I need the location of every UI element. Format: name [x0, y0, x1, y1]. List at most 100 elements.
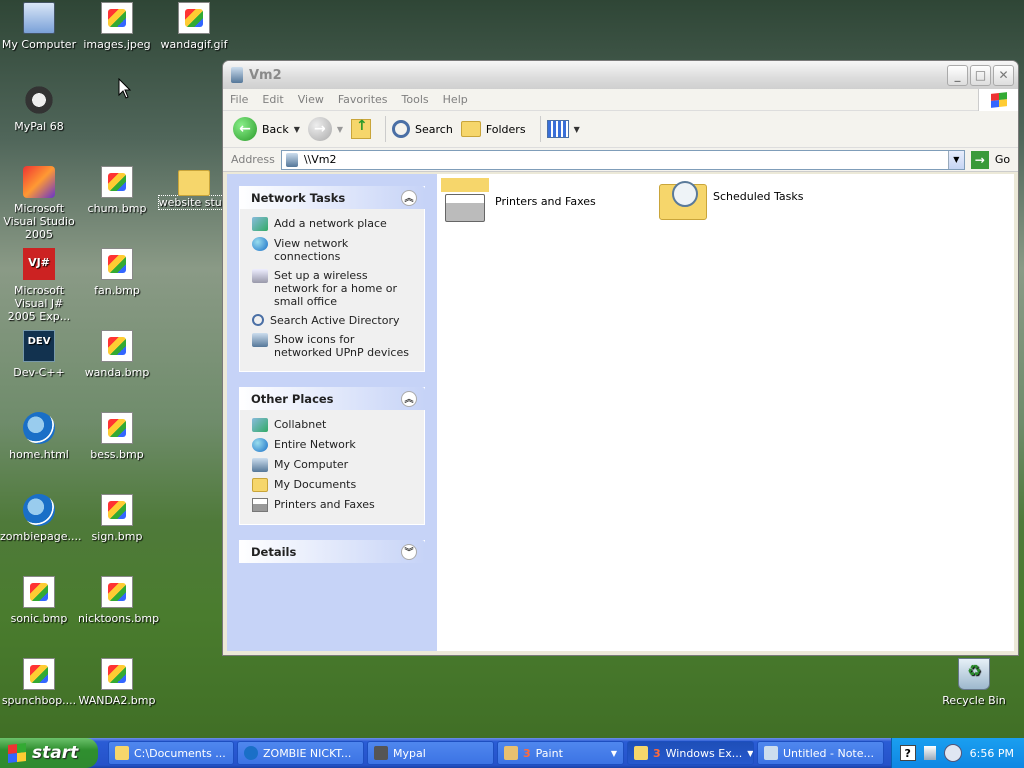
desktop-icon-label: Dev-C++ [13, 366, 65, 379]
menu-edit[interactable]: Edit [255, 93, 290, 106]
start-button[interactable]: start [0, 738, 98, 768]
task-search-active-directory[interactable]: Search Active Directory [252, 311, 414, 330]
desktop-icon-label: wanda.bmp [84, 366, 150, 379]
back-button[interactable]: ← Back ▼ [233, 117, 300, 141]
desktop-icon-label: Microsoft Visual J# 2005 Exp... [7, 284, 71, 323]
menu-help[interactable]: Help [436, 93, 475, 106]
visual-jsharp-icon: VJ# [23, 248, 55, 280]
group-dropdown-icon: ▼ [610, 748, 617, 758]
item-scheduled-tasks[interactable]: Scheduled Tasks [659, 178, 804, 220]
address-input[interactable]: \\Vm2 ▼ [280, 149, 965, 170]
details-title: Details [251, 544, 297, 559]
desktop-icon-sonic-bmp[interactable]: sonic.bmp [0, 576, 78, 625]
show-hidden-icons-button[interactable] [943, 744, 962, 762]
desktop-icon-images-jpeg[interactable]: images.jpeg [78, 2, 156, 51]
desktop-icon-label: MyPal 68 [14, 120, 64, 133]
desktop-icon-spunchbop[interactable]: spunchbop.... [0, 658, 78, 707]
desktop-icon-mypal[interactable]: MyPal 68 [0, 84, 78, 133]
desktop-icon-visual-jsharp[interactable]: VJ# Microsoft Visual J# 2005 Exp... [0, 248, 78, 323]
menu-favorites[interactable]: Favorites [331, 93, 395, 106]
title-bar[interactable]: Vm2 _ □ ✕ [223, 61, 1018, 89]
recycle-bin-icon [958, 658, 990, 690]
desktop-icon-wandagif[interactable]: wandagif.gif [155, 2, 233, 51]
taskbar-button-mypal[interactable]: Mypal [367, 741, 494, 765]
desktop-icon-label: sign.bmp [91, 530, 143, 543]
desktop-icon-visual-studio[interactable]: Microsoft Visual Studio 2005 [0, 166, 78, 241]
toolbar-separator [385, 116, 387, 142]
place-label: Entire Network [274, 438, 356, 451]
desktop-icon-home-html[interactable]: home.html [0, 412, 78, 461]
views-button[interactable]: ▼ [546, 120, 580, 138]
other-places-panel: Other Places ︽ Collabnet Entire Network … [239, 387, 425, 525]
address-dropdown-icon[interactable]: ▼ [947, 150, 964, 169]
desktop-icon-nicktoons-bmp[interactable]: nicktoons.bmp [78, 576, 159, 625]
other-places-header[interactable]: Other Places ︽ [239, 387, 425, 410]
desktop-icon-fan-bmp[interactable]: fan.bmp [78, 248, 156, 297]
up-folder-button[interactable] [351, 118, 372, 139]
search-button[interactable]: Search [392, 120, 453, 138]
minimize-button[interactable]: _ [947, 64, 968, 86]
menu-tools[interactable]: Tools [395, 93, 436, 106]
desktop-icon-zombiepage[interactable]: zombiepage.... [0, 494, 82, 543]
printer-icon [441, 178, 489, 224]
back-dropdown-icon[interactable]: ▼ [294, 125, 300, 134]
place-my-computer[interactable]: My Computer [252, 455, 414, 475]
taskbar-button-explorer-group[interactable]: 3 Windows Ex... ▼ [627, 741, 754, 765]
task-add-network-place[interactable]: Add a network place [252, 214, 414, 234]
paint-file-icon [101, 494, 133, 526]
folder-icon [178, 170, 210, 196]
computer-icon [23, 2, 55, 34]
taskbar-button-zombie[interactable]: ZOMBIE NICKT... [237, 741, 364, 765]
desktop-icon-recycle-bin[interactable]: Recycle Bin [935, 658, 1013, 707]
desktop-icon-label: zombiepage.... [0, 530, 82, 543]
file-view[interactable]: Printers and Faxes Scheduled Tasks [437, 174, 1014, 651]
desktop-icon-dev-cpp[interactable]: DEV Dev-C++ [0, 330, 78, 379]
wireless-icon [252, 269, 268, 283]
forward-button[interactable]: → ▼ [307, 117, 343, 141]
taskbar-button-notepad[interactable]: Untitled - Note... [757, 741, 884, 765]
details-panel: Details ︾ [239, 540, 425, 563]
windows-flag-icon [990, 92, 1007, 108]
task-view-network-connections[interactable]: View network connections [252, 234, 414, 266]
task-label: View network connections [274, 237, 349, 263]
task-show-upnp-icons[interactable]: Show icons for networked UPnP devices [252, 330, 414, 362]
printer-icon [252, 498, 268, 512]
task-buttons: C:\Documents ... ZOMBIE NICKT... Mypal 3… [108, 741, 884, 765]
menu-file[interactable]: File [223, 93, 255, 106]
desktop-icon-bess-bmp[interactable]: bess.bmp [78, 412, 156, 461]
network-tray-icon[interactable] [923, 746, 936, 760]
place-collabnet[interactable]: Collabnet [252, 415, 414, 435]
expand-chevron-icon[interactable]: ︾ [401, 543, 417, 560]
collapse-chevron-icon[interactable]: ︽ [401, 189, 417, 206]
place-my-documents[interactable]: My Documents [252, 475, 414, 495]
menu-view[interactable]: View [291, 93, 331, 106]
minimize-icon: _ [954, 68, 961, 82]
network-tasks-header[interactable]: Network Tasks ︽ [239, 186, 425, 209]
clock[interactable]: 6:56 PM [970, 747, 1014, 760]
desktop-icon-label: bess.bmp [90, 448, 144, 461]
forward-dropdown-icon[interactable]: ▼ [337, 125, 343, 134]
details-header[interactable]: Details ︾ [239, 540, 425, 563]
place-printers-and-faxes[interactable]: Printers and Faxes [252, 495, 414, 515]
go-button[interactable]: → Go [970, 150, 1010, 169]
desktop-icon-chum-bmp[interactable]: chum.bmp [78, 166, 156, 215]
maximize-button[interactable]: □ [970, 64, 991, 86]
taskbar-button-paint-group[interactable]: 3 Paint ▼ [497, 741, 624, 765]
desktop-icon-label: wandagif.gif [160, 38, 228, 51]
desktop-icon-my-computer[interactable]: My Computer [0, 2, 78, 51]
place-label: My Documents [274, 478, 357, 491]
back-arrow-icon: ← [233, 117, 257, 141]
help-icon[interactable]: ? [899, 745, 916, 761]
close-button[interactable]: ✕ [993, 64, 1014, 86]
place-entire-network[interactable]: Entire Network [252, 435, 414, 455]
desktop-icon-sign-bmp[interactable]: sign.bmp [78, 494, 156, 543]
folders-button[interactable]: Folders [460, 121, 526, 137]
taskbar-button-documents[interactable]: C:\Documents ... [108, 741, 234, 765]
task-setup-wireless[interactable]: Set up a wireless network for a home or … [252, 266, 414, 311]
explorer-window[interactable]: Vm2 _ □ ✕ File Edit View Favorites Tools… [222, 60, 1019, 656]
collapse-chevron-icon[interactable]: ︽ [401, 390, 417, 407]
internet-explorer-icon [23, 494, 55, 526]
item-printers-and-faxes[interactable]: Printers and Faxes [441, 178, 596, 224]
desktop-icon-wanda2-bmp[interactable]: WANDA2.bmp [78, 658, 156, 707]
desktop-icon-wanda-bmp[interactable]: wanda.bmp [78, 330, 156, 379]
